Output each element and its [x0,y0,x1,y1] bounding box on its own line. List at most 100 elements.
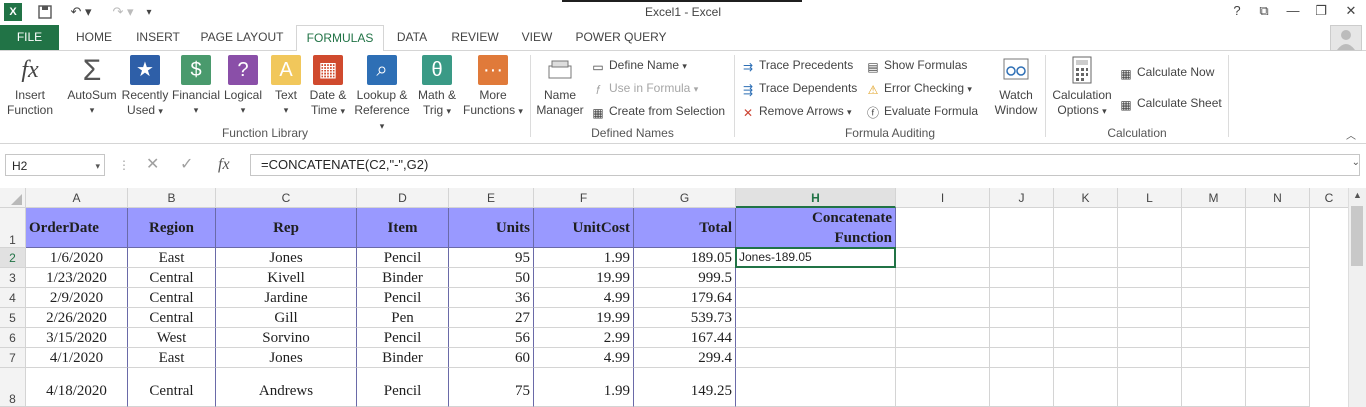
collapse-ribbon-icon[interactable]: ︿ [1346,127,1356,142]
expand-formula-bar-icon[interactable]: ⌄ [1352,157,1360,168]
empty-cell[interactable] [1182,308,1246,328]
table-cell[interactable]: West [128,328,216,348]
insert-function-button[interactable]: fx Insert Function [2,55,58,118]
table-cell[interactable]: 4.99 [534,348,634,368]
recently-used-button[interactable]: ★ Recently Used ▾ [120,55,170,119]
empty-cell[interactable] [1246,308,1310,328]
logical-button[interactable]: ? Logical ▾ [222,55,264,118]
formula-input[interactable]: =CONCATENATE(C2,"-",G2) [250,154,1360,176]
table-cell[interactable]: 50 [449,268,534,288]
close-icon[interactable]: ✕ [1340,3,1362,21]
empty-cell[interactable] [1182,328,1246,348]
empty-cell[interactable] [990,368,1054,407]
table-cell[interactable]: 1/23/2020 [26,268,128,288]
empty-cell[interactable] [1118,208,1182,248]
column-header[interactable]: J [990,188,1054,208]
table-cell[interactable]: 36 [449,288,534,308]
empty-cell[interactable] [1246,268,1310,288]
table-cell[interactable]: Sorvino [216,328,357,348]
empty-cell[interactable] [990,208,1054,248]
tab-review[interactable]: REVIEW [444,25,506,50]
empty-cell[interactable] [1246,288,1310,308]
table-cell[interactable]: Kivell [216,268,357,288]
empty-cell[interactable] [1054,328,1118,348]
header-cell[interactable]: Rep [216,208,357,248]
empty-cell[interactable] [1118,308,1182,328]
header-cell[interactable]: Total [634,208,736,248]
evaluate-formula-button[interactable]: ⓕ Evaluate Formula [865,101,978,121]
table-cell[interactable]: Pencil [357,328,449,348]
column-header[interactable]: L [1118,188,1182,208]
date-time-button[interactable]: ▦ Date & Time ▾ [306,55,350,119]
row-header[interactable]: 3 [0,268,26,288]
table-cell[interactable]: 1.99 [534,368,634,407]
table-cell[interactable]: 2/26/2020 [26,308,128,328]
row-header[interactable]: 8 [0,368,26,407]
empty-cell[interactable] [1118,268,1182,288]
empty-cell[interactable] [1054,268,1118,288]
table-cell[interactable]: 179.64 [634,288,736,308]
tab-data[interactable]: DATA [388,25,436,50]
use-in-formula-button[interactable]: 𝑓 Use in Formula ▾ [590,78,698,98]
empty-cell[interactable] [1118,248,1182,268]
table-cell[interactable]: East [128,248,216,268]
trace-dependents-button[interactable]: ⇶ Trace Dependents [740,78,857,98]
empty-cell[interactable] [896,208,990,248]
empty-cell[interactable] [1246,348,1310,368]
trace-precedents-button[interactable]: ⇉ Trace Precedents [740,55,853,75]
empty-cell[interactable] [1246,248,1310,268]
table-cell[interactable]: 1.99 [534,248,634,268]
empty-cell[interactable] [1246,368,1310,407]
ribbon-display-options-icon[interactable]: ⧉ [1253,3,1275,21]
header-cell[interactable]: Units [449,208,534,248]
column-header[interactable]: D [357,188,449,208]
empty-cell[interactable] [990,348,1054,368]
calculate-sheet-button[interactable]: ▦ Calculate Sheet [1118,93,1221,113]
help-icon[interactable]: ? [1226,3,1248,21]
vertical-scrollbar[interactable]: ▲ [1348,188,1366,407]
empty-cell[interactable] [990,288,1054,308]
table-cell[interactable]: Pen [357,308,449,328]
column-header[interactable]: E [449,188,534,208]
lookup-reference-button[interactable]: ⌕ Lookup & Reference ▾ [352,55,412,134]
empty-cell[interactable] [1054,368,1118,407]
name-box[interactable]: H2 ▾ [5,154,105,176]
empty-cell[interactable] [1118,288,1182,308]
table-cell[interactable]: 299.4 [634,348,736,368]
table-cell[interactable]: 149.25 [634,368,736,407]
tab-insert[interactable]: INSERT [128,25,188,50]
table-cell[interactable]: Jones [216,248,357,268]
table-cell[interactable]: 539.73 [634,308,736,328]
column-header[interactable]: B [128,188,216,208]
cancel-icon[interactable]: ✕ [146,154,159,176]
show-formulas-button[interactable]: ▤ Show Formulas [865,55,967,75]
empty-cell[interactable] [896,248,990,268]
table-cell[interactable]: 19.99 [534,268,634,288]
empty-cell[interactable] [896,268,990,288]
table-cell[interactable]: 167.44 [634,328,736,348]
row-header[interactable]: 1 [0,208,26,248]
empty-cell[interactable] [1182,288,1246,308]
column-header[interactable]: N [1246,188,1310,208]
table-cell[interactable]: Andrews [216,368,357,407]
enter-icon[interactable]: ✓ [180,154,193,176]
table-cell[interactable]: 1/6/2020 [26,248,128,268]
column-header[interactable]: I [896,188,990,208]
table-cell[interactable]: 56 [449,328,534,348]
empty-cell[interactable] [1182,208,1246,248]
empty-cell[interactable] [1054,248,1118,268]
empty-cell[interactable] [1182,368,1246,407]
empty-cell[interactable] [1118,348,1182,368]
table-cell[interactable]: Binder [357,348,449,368]
row-header[interactable]: 7 [0,348,26,368]
table-cell[interactable]: 4/18/2020 [26,368,128,407]
empty-cell[interactable] [1054,288,1118,308]
table-cell[interactable]: 19.99 [534,308,634,328]
minimize-icon[interactable]: — [1282,3,1304,21]
empty-cell[interactable] [736,348,896,368]
table-cell[interactable]: 2.99 [534,328,634,348]
tab-power-query[interactable]: POWER QUERY [570,25,672,50]
column-header[interactable]: C [1310,188,1349,208]
empty-cell[interactable] [736,268,896,288]
empty-cell[interactable] [1182,248,1246,268]
